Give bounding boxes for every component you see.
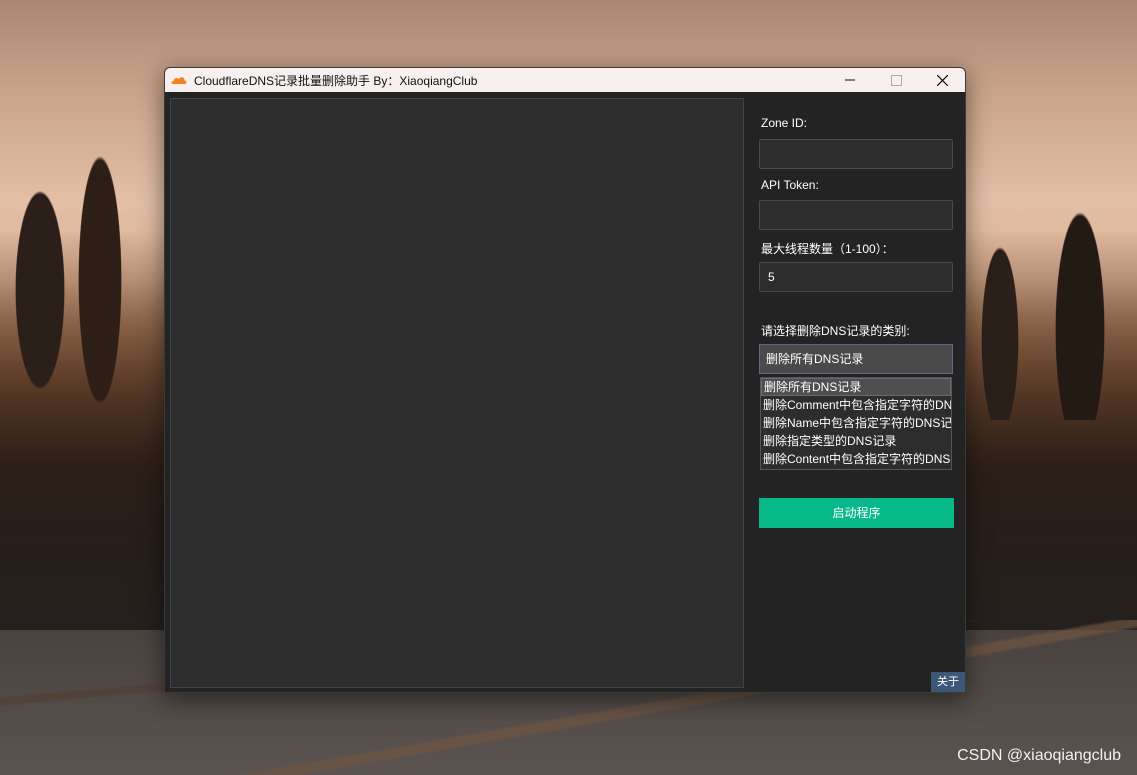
zone-id-label: Zone ID: [761,116,808,130]
list-item[interactable]: 删除Comment中包含指定字符的DNS记录 [761,396,951,414]
about-button[interactable]: 关于 [931,672,965,692]
csdn-watermark: CSDN @xiaoqiangclub [957,747,1121,764]
maximize-button[interactable] [873,68,919,92]
list-item[interactable]: 删除所有DNS记录 [761,378,951,396]
cloudflare-cloud-icon [171,77,187,84]
max-threads-label: 最大线程数量（1-100）： [761,242,894,256]
close-icon [936,74,948,86]
delete-category-select[interactable]: 删除所有DNS记录 [759,344,953,374]
api-token-input[interactable] [759,200,953,230]
list-item[interactable]: 删除指定类型的DNS记录 [761,432,951,450]
close-button[interactable] [919,68,965,92]
api-token-label: API Token: [761,178,819,192]
zone-id-input[interactable] [759,139,953,169]
list-item[interactable]: 删除Content中包含指定字符的DNS记录 [761,450,951,468]
list-item[interactable]: 删除Name中包含指定字符的DNS记录 [761,414,951,432]
start-program-button[interactable]: 启动程序 [759,498,954,528]
app-window: CloudflareDNS记录批量删除助手 By：XiaoqiangClub Z… [164,67,966,693]
delete-category-label: 请选择删除DNS记录的类别: [761,324,910,338]
max-threads-input[interactable]: 5 [759,262,953,292]
minimize-icon [845,79,855,81]
minimize-button[interactable] [827,68,873,92]
maximize-icon [890,74,902,86]
log-output-area[interactable] [170,98,744,688]
title-bar[interactable]: CloudflareDNS记录批量删除助手 By：XiaoqiangClub [165,68,965,92]
window-content: Zone ID: API Token: 最大线程数量（1-100）： 5 请选择… [165,92,965,692]
delete-category-list[interactable]: 删除所有DNS记录 删除Comment中包含指定字符的DNS记录 删除Name中… [760,377,952,470]
window-title: CloudflareDNS记录批量删除助手 By：XiaoqiangClub [194,73,478,88]
